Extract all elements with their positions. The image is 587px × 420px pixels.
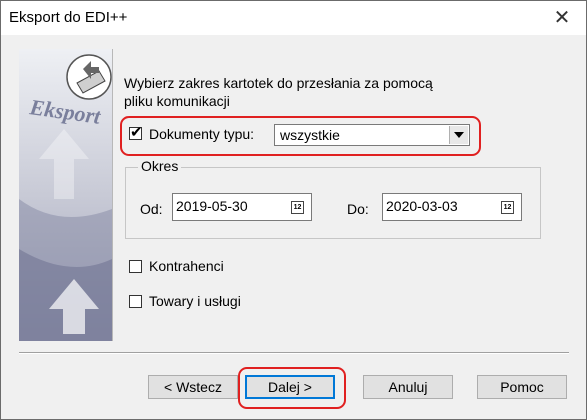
export-graphic: Eksport — [19, 49, 112, 341]
button-separator — [19, 352, 569, 354]
goods-label: Towary i usługi — [149, 293, 241, 309]
description-text: Wybierz zakres kartotek do przesłania za… — [124, 75, 433, 109]
window-title: Eksport do EDI++ — [9, 9, 128, 26]
checkmark-icon: ✔ — [130, 124, 143, 141]
title-bar: Eksport do EDI++ ✕ — [1, 1, 586, 35]
chevron-down-icon[interactable] — [449, 126, 468, 144]
to-date-input[interactable]: 2020-03-03 12 — [382, 193, 522, 221]
close-icon[interactable]: ✕ — [550, 6, 574, 30]
to-date-value: 2020-03-03 — [386, 198, 458, 214]
from-label: Od: — [140, 201, 163, 217]
period-legend: Okres — [138, 158, 182, 174]
goods-checkbox[interactable] — [129, 295, 142, 308]
from-date-value: 2019-05-30 — [176, 198, 248, 214]
contractors-checkbox[interactable] — [129, 260, 142, 273]
document-type-select[interactable]: wszystkie — [274, 124, 470, 146]
calendar-icon[interactable]: 12 — [501, 201, 514, 214]
export-dialog: Eksport do EDI++ ✕ Eksport Wybierz zakre… — [0, 0, 587, 420]
contractors-label: Kontrahenci — [149, 258, 224, 274]
next-button[interactable]: Dalej > — [245, 375, 335, 399]
to-label: Do: — [347, 201, 369, 217]
help-button[interactable]: Pomoc — [477, 375, 567, 399]
export-side-graphic: Eksport — [19, 49, 113, 341]
document-type-checkbox[interactable]: ✔ — [129, 124, 143, 141]
document-type-label: Dokumenty typu: — [149, 126, 255, 142]
document-type-value: wszystkie — [280, 127, 340, 143]
back-button[interactable]: < Wstecz — [148, 375, 238, 399]
cancel-button[interactable]: Anuluj — [363, 375, 453, 399]
calendar-icon[interactable]: 12 — [291, 201, 304, 214]
from-date-input[interactable]: 2019-05-30 12 — [172, 193, 312, 221]
